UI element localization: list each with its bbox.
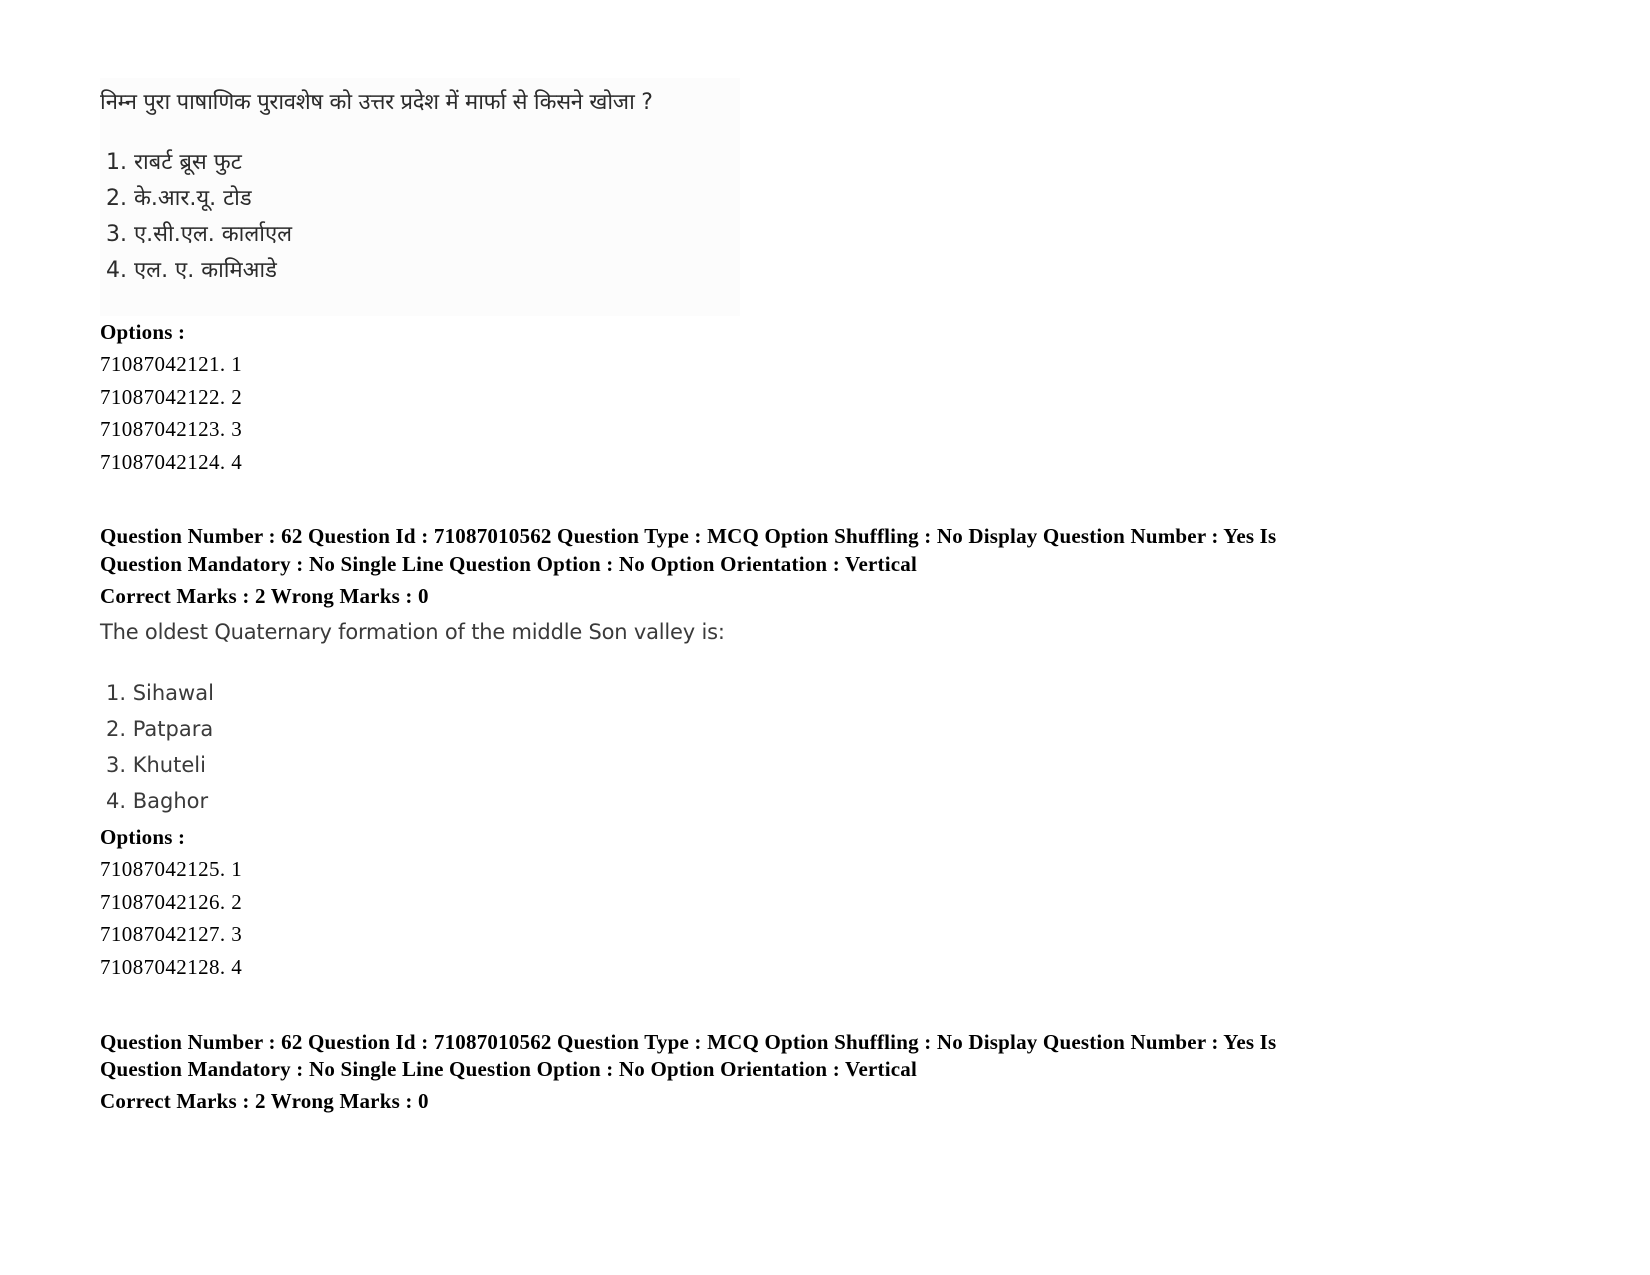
question-1-option-4: 71087042124. 4	[100, 450, 243, 474]
question-2-option-4: 71087042128. 4	[100, 955, 243, 979]
question-2-marks: Correct Marks : 2 Wrong Marks : 0	[100, 584, 429, 608]
question-2-meta-line-2: Question Mandatory : No Single Line Ques…	[100, 552, 917, 576]
question-3-meta-line-1: Question Number : 62 Question Id : 71087…	[100, 1030, 1277, 1054]
question-1-choice-4: 4. एल. ए. कामिआडे	[106, 258, 277, 283]
question-1-choice-2: 2. के.आर.यू. टोड	[106, 186, 252, 211]
question-2-options-label: Options :	[100, 825, 186, 849]
question-1-choice-3: 3. ए.सी.एल. कार्लाएल	[106, 222, 293, 247]
question-2-meta-line-1: Question Number : 62 Question Id : 71087…	[100, 524, 1277, 548]
question-1-option-2: 71087042122. 2	[100, 385, 243, 409]
question-3-marks: Correct Marks : 2 Wrong Marks : 0	[100, 1089, 429, 1113]
question-2-text: The oldest Quaternary formation of the m…	[100, 620, 725, 644]
question-2-choice-4: 4. Baghor	[106, 789, 209, 813]
question-1-option-3: 71087042123. 3	[100, 417, 243, 441]
question-2-option-3: 71087042127. 3	[100, 922, 243, 946]
question-1-image: निम्न पुरा पाषाणिक पुरावशेष को उत्तर प्र…	[100, 78, 740, 316]
question-2-choice-3: 3. Khuteli	[106, 753, 206, 777]
question-2-option-2: 71087042126. 2	[100, 890, 243, 914]
question-2-option-1: 71087042125. 1	[100, 857, 243, 881]
question-2-choice-1: 1. Sihawal	[106, 681, 214, 705]
question-2-choice-2: 2. Patpara	[106, 717, 214, 741]
question-1-choice-1: 1. राबर्ट ब्रूस फुट	[106, 150, 242, 175]
question-1-options-label: Options :	[100, 320, 186, 344]
question-1-text: निम्न पुरा पाषाणिक पुरावशेष को उत्तर प्र…	[100, 90, 653, 115]
question-3-meta-line-2: Question Mandatory : No Single Line Ques…	[100, 1057, 917, 1081]
question-1-option-1: 71087042121. 1	[100, 352, 243, 376]
